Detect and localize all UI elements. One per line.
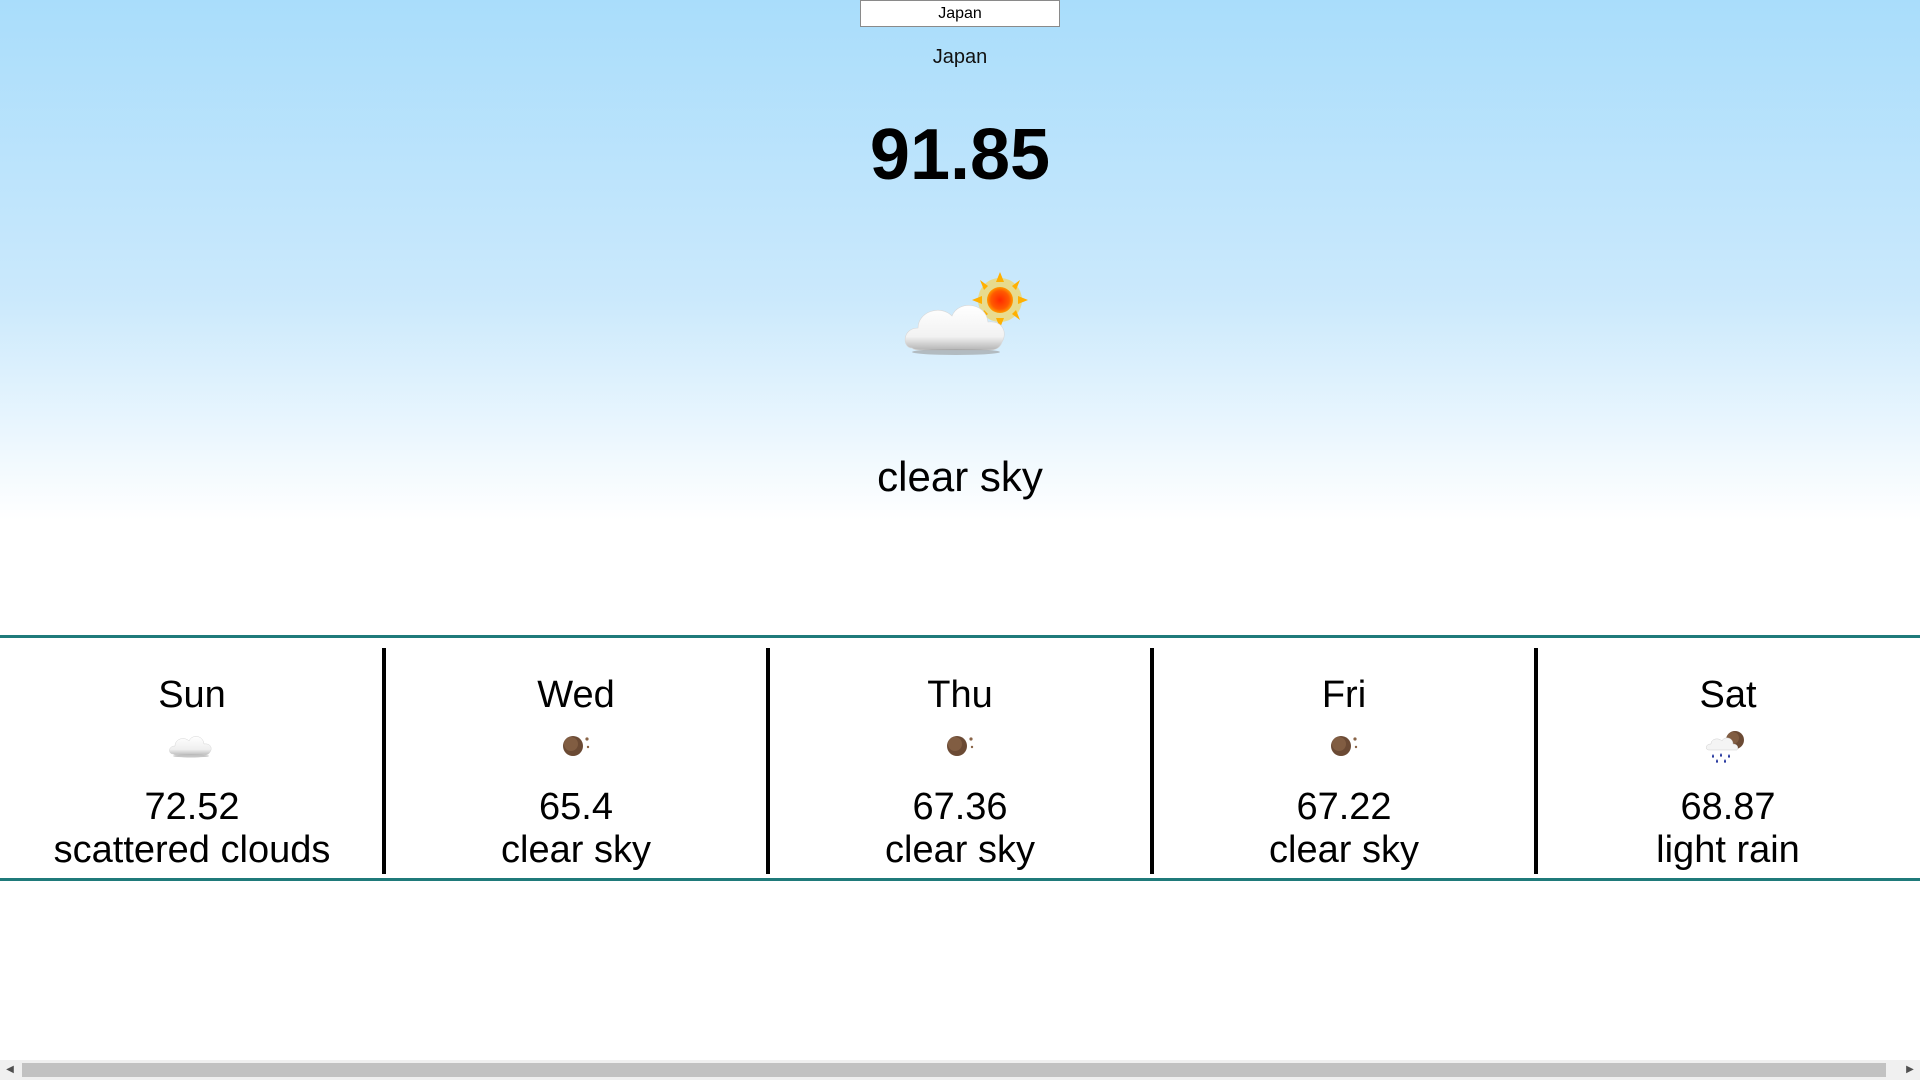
- current-description: clear sky: [877, 453, 1043, 500]
- night-clear-icon: [947, 736, 974, 756]
- forecast-description: scattered clouds: [53, 829, 331, 871]
- forecast-day: Thu 67.36 clear sky: [766, 638, 1152, 878]
- forecast-day: Wed 65.4 clear sky: [382, 638, 768, 878]
- search-bar: [0, 0, 1920, 28]
- forecast-temperature: 67.36: [912, 786, 1008, 828]
- current-temperature: 91.85: [869, 115, 1051, 195]
- forecast-day-name: Wed: [537, 674, 615, 716]
- forecast-temperature: 72.52: [144, 786, 240, 828]
- scroll-right-arrow-icon[interactable]: ▶: [1900, 1060, 1920, 1080]
- forecast-temperature: 67.22: [1296, 786, 1392, 828]
- forecast-description: clear sky: [501, 829, 651, 871]
- forecast-day: Sat 68.87 light rain: [1534, 638, 1920, 878]
- scroll-left-arrow-icon[interactable]: ◀: [0, 1060, 20, 1080]
- forecast-description: clear sky: [885, 829, 1035, 871]
- location-name: Japan: [932, 46, 988, 68]
- night-clear-icon: [1331, 736, 1358, 756]
- forecast-description: light rain: [1656, 829, 1800, 871]
- forecast-temperature: 68.87: [1680, 786, 1776, 828]
- forecast-temperature: 65.4: [539, 786, 613, 828]
- forecast-description: clear sky: [1269, 829, 1419, 871]
- forecast-day-name: Sun: [158, 674, 226, 716]
- search-input[interactable]: [860, 0, 1060, 27]
- forecast-day-name: Thu: [927, 674, 993, 716]
- night-rain-icon: [1706, 731, 1744, 763]
- forecast-day: Sun 72.52 scattered clouds: [0, 638, 384, 878]
- scrollbar-thumb[interactable]: [22, 1063, 1886, 1077]
- forecast-day-name: Fri: [1321, 674, 1367, 716]
- forecast-day-name: Sat: [1699, 674, 1757, 716]
- forecast-strip: Sun 72.52 scattered clouds Wed 65.4 clea…: [0, 635, 1920, 881]
- partly-cloudy-day-icon: [904, 272, 1028, 355]
- forecast-day: Fri 67.22 clear sky: [1150, 638, 1536, 878]
- night-clear-icon: [563, 736, 590, 756]
- horizontal-scrollbar[interactable]: ◀ ▶: [0, 1060, 1920, 1080]
- cloud-icon: [169, 736, 212, 758]
